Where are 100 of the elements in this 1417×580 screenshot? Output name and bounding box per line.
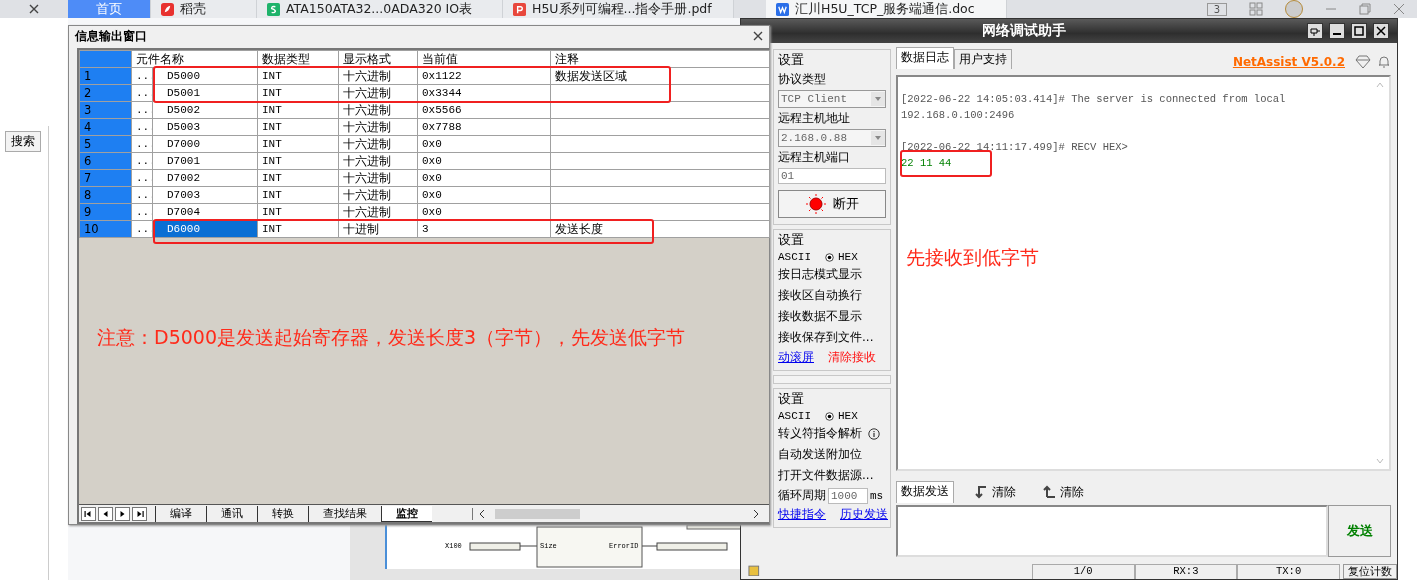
- browser-tab[interactable]: 稻壳: [151, 0, 257, 18]
- ellipsis-button[interactable]: ...: [131, 220, 153, 238]
- ellipsis-button[interactable]: ...: [131, 101, 153, 119]
- send-button[interactable]: 发送: [1328, 505, 1391, 557]
- clear-button[interactable]: 清除: [1036, 482, 1090, 502]
- tab[interactable]: 编译: [155, 505, 206, 522]
- option-checkbox-label[interactable]: 转义符指令解析: [778, 424, 886, 443]
- document-icon: [776, 2, 789, 16]
- link[interactable]: 动滚屏: [778, 349, 814, 366]
- close-icon[interactable]: [29, 4, 39, 14]
- ellipsis-button[interactable]: ...: [131, 135, 153, 153]
- bell-icon[interactable]: [1377, 55, 1391, 69]
- tab[interactable]: 数据发送: [896, 481, 954, 503]
- table-cell: 十六进制: [338, 135, 418, 153]
- arrow-up-icon: [1042, 485, 1056, 499]
- group-title: 设置: [778, 391, 805, 408]
- table-cell: 十六进制: [338, 118, 418, 136]
- disconnect-button[interactable]: 断开: [778, 190, 886, 218]
- ellipsis-button[interactable]: ...: [131, 203, 153, 221]
- maximize-icon[interactable]: [1351, 23, 1367, 39]
- host-dropdown[interactable]: 2.168.0.88: [778, 129, 886, 147]
- status-counter: TX:0: [1237, 564, 1340, 579]
- hex-option[interactable]: HEX: [825, 410, 858, 422]
- previous-icon[interactable]: [98, 506, 113, 521]
- browser-tab[interactable]: ATA150ATA32...0ADA320 IO表: [257, 0, 503, 18]
- window-title: 信息输出窗口: [75, 27, 147, 45]
- window-title: 网络调试助手: [982, 22, 1066, 40]
- browser-tab[interactable]: H5U系列可编程...指令手册.pdf: [503, 0, 734, 18]
- table-cell: 0x5566: [417, 101, 551, 119]
- table-cell[interactable]: D7003: [152, 186, 258, 204]
- first-page-icon[interactable]: [81, 506, 96, 521]
- tab-count-badge[interactable]: 3: [1206, 2, 1227, 16]
- minimize-icon[interactable]: [1329, 23, 1345, 39]
- ellipsis-button[interactable]: ...: [131, 186, 153, 204]
- field-label: 远程主机地址: [778, 110, 851, 127]
- tab[interactable]: 转换: [257, 505, 308, 522]
- table-cell[interactable]: D7000: [152, 135, 258, 153]
- table-cell[interactable]: D5002: [152, 101, 258, 119]
- column-header[interactable]: 注释: [550, 50, 770, 68]
- interval-field[interactable]: 1000: [828, 487, 868, 504]
- protocol-dropdown[interactable]: TCP Client: [778, 90, 886, 108]
- ellipsis-button[interactable]: ...: [131, 67, 153, 85]
- table-cell: 十六进制: [338, 101, 418, 119]
- tab[interactable]: 用户支持: [954, 49, 1012, 69]
- option-checkbox-label[interactable]: 按日志模式显示: [778, 265, 886, 284]
- ellipsis-button[interactable]: ...: [131, 169, 153, 187]
- chevron-left-icon[interactable]: [477, 508, 487, 519]
- table-cell: 十六进制: [338, 67, 418, 85]
- option-checkbox-label[interactable]: 自动发送附加位: [778, 445, 886, 464]
- tab[interactable]: 数据日志: [896, 47, 954, 69]
- table-cell: 十六进制: [338, 169, 418, 187]
- last-page-icon[interactable]: [132, 506, 147, 521]
- log-line: [2022-06-22 14:05:03.414]# The server is connected from local: [901, 92, 1286, 107]
- browser-tab[interactable]: 汇川H5U_TCP_服务端通信.doc: [766, 0, 1007, 18]
- table-cell: 发送长度: [550, 220, 770, 238]
- option-checkbox-label[interactable]: 接收保存到文件...: [778, 328, 886, 347]
- close-icon[interactable]: [1373, 23, 1389, 39]
- option-checkbox-label[interactable]: 接收区自动换行: [778, 286, 886, 305]
- hex-option[interactable]: HEX: [825, 251, 858, 263]
- table-cell: 数据发送区域: [550, 67, 770, 85]
- chevron-right-icon[interactable]: [751, 508, 761, 519]
- table-cell[interactable]: D5000: [152, 67, 258, 85]
- log-line: 22 11 44: [901, 156, 952, 171]
- option-checkbox-label[interactable]: 打开文件数据源...: [778, 466, 886, 485]
- table-cell: 3: [417, 220, 551, 238]
- reset-count-button[interactable]: 复位计数: [1343, 564, 1397, 579]
- port-field[interactable]: 01: [778, 168, 886, 184]
- search-button[interactable]: 搜索: [5, 131, 41, 152]
- status-counter: RX:3: [1134, 564, 1238, 579]
- annotation-text: 注意：D5000是发送起始寄存器，发送长度3（字节），先发送低字节: [97, 325, 686, 350]
- tab[interactable]: 通讯: [206, 505, 257, 522]
- table-cell[interactable]: D7001: [152, 152, 258, 170]
- table-cell: 0x7788: [417, 118, 551, 136]
- pdf-icon: [513, 2, 526, 16]
- unit-label: ms: [870, 489, 884, 502]
- clear-button[interactable]: 清除: [968, 482, 1022, 502]
- table-cell: INT: [257, 186, 339, 204]
- table-cell[interactable]: D7002: [152, 169, 258, 187]
- ellipsis-button[interactable]: ...: [131, 118, 153, 136]
- close-icon[interactable]: [753, 31, 763, 41]
- link[interactable]: 快捷指令: [778, 506, 826, 523]
- pin-icon[interactable]: [1307, 23, 1323, 39]
- ellipsis-button[interactable]: ...: [131, 84, 153, 102]
- next-icon[interactable]: [115, 506, 130, 521]
- send-field[interactable]: [896, 505, 1328, 557]
- ascii-option[interactable]: ASCII: [778, 251, 811, 263]
- table-cell: INT: [257, 135, 339, 153]
- info-icon: [868, 427, 880, 440]
- option-checkbox-label[interactable]: 接收数据不显示: [778, 307, 886, 326]
- diamond-icon[interactable]: [1355, 55, 1371, 69]
- scroll-thumb[interactable]: [495, 508, 580, 519]
- tab[interactable]: 监控: [381, 505, 432, 522]
- ellipsis-button[interactable]: ...: [131, 152, 153, 170]
- radio-button[interactable]: [825, 252, 834, 262]
- table-cell: INT: [257, 220, 339, 238]
- link[interactable]: 历史发送: [840, 506, 888, 523]
- ascii-option[interactable]: ASCII: [778, 410, 811, 422]
- log-line: 192.168.0.100:2496: [901, 108, 1015, 123]
- table-cell[interactable]: D5003: [152, 118, 258, 136]
- radio-button[interactable]: [825, 411, 834, 421]
